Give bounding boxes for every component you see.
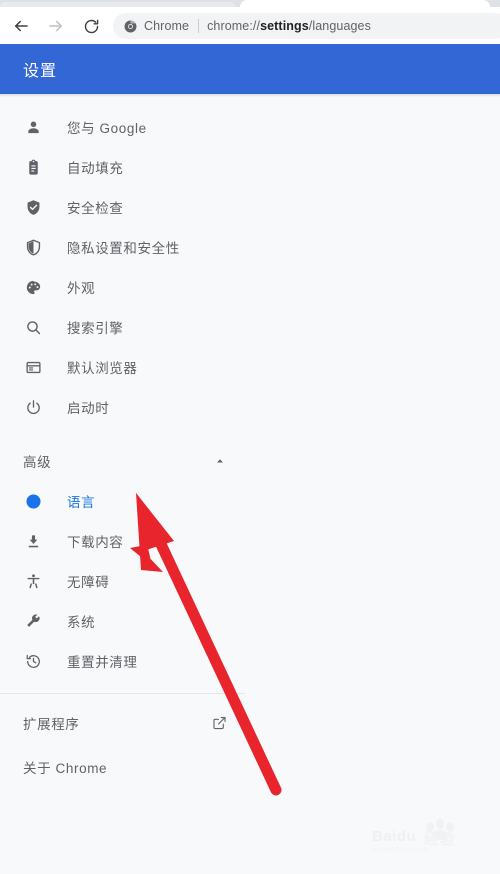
url-bold: settings [260,19,309,33]
sidebar-item-default-browser[interactable]: 默认浏览器 [0,347,500,387]
palette-icon [23,277,43,297]
shield-check-icon [23,197,43,217]
watermark-text: Baidu [372,828,417,845]
sidebar-item-label: 外观 [67,281,96,296]
sidebar-item-on-startup[interactable]: 启动时 [0,387,500,427]
accessibility-icon [23,571,43,591]
sidebar-item-about-chrome[interactable]: 关于 Chrome [0,745,500,789]
watermark: Baidu 经验 jingyan.baidu.com [372,818,492,864]
settings-sidebar: 您与 Google 自动填充 安全检查 隐私设置和安全性 外观 搜索引擎 默认浏… [0,97,500,789]
sidebar-item-safety-check[interactable]: 安全检查 [0,187,500,227]
sidebar-item-label: 自动填充 [67,161,124,176]
sidebar-item-reset-cleanup[interactable]: 重置并清理 [0,641,500,681]
reload-button[interactable] [80,15,102,37]
clipboard-icon [23,157,43,177]
search-icon [23,317,43,337]
watermark-subtext: jingyan.baidu.com [372,846,430,853]
download-icon [23,531,43,551]
wrench-icon [23,611,43,631]
reload-icon [83,18,100,35]
arrow-right-icon [47,17,65,35]
sidebar-item-appearance[interactable]: 外观 [0,267,500,307]
sidebar-item-label: 系统 [67,615,96,630]
shield-half-icon [23,237,43,257]
browser-window-icon [23,357,43,377]
sidebar-item-privacy-security[interactable]: 隐私设置和安全性 [0,227,500,267]
sidebar-item-label: 语言 [67,495,96,510]
globe-icon [23,491,43,511]
settings-header: 设置 [0,44,500,94]
screenshot-root: Chrome chrome://settings/languages 设置 您与… [0,0,500,874]
page-title: 设置 [23,63,58,80]
sidebar-item-label: 重置并清理 [67,655,138,670]
omnibox-separator [198,19,200,33]
chrome-logo-icon [124,20,137,33]
sidebar-item-system[interactable]: 系统 [0,601,500,641]
omnibox-url: chrome://settings/languages [207,19,371,33]
arrow-left-icon [12,17,30,35]
tab-strip [0,0,500,7]
omnibox-chip-label: Chrome [144,19,190,33]
sidebar-item-label: 安全检查 [67,201,124,216]
sidebar-item-label: 隐私设置和安全性 [67,241,180,256]
sidebar-item-you-and-google[interactable]: 您与 Google [0,107,500,147]
sidebar-item-label: 下载内容 [67,535,124,550]
sidebar-item-label: 默认浏览器 [67,361,138,376]
sidebar-item-languages[interactable]: 语言 [0,481,500,521]
tab-active[interactable] [240,0,490,7]
forward-button[interactable] [45,15,67,37]
chevron-up-icon [213,454,227,468]
back-button[interactable] [10,15,32,37]
sidebar-item-label: 启动时 [67,401,110,416]
browser-toolbar: Chrome chrome://settings/languages [0,7,500,44]
restore-icon [23,651,43,671]
sidebar-item-downloads[interactable]: 下载内容 [0,521,500,561]
sidebar-item-label: 扩展程序 [23,717,80,732]
sidebar-item-extensions[interactable]: 扩展程序 [0,701,500,745]
sidebar-item-label: 您与 Google [67,121,147,136]
power-icon [23,397,43,417]
url-prefix: chrome:// [207,19,261,33]
sidebar-item-autofill[interactable]: 自动填充 [0,147,500,187]
address-bar[interactable]: Chrome chrome://settings/languages [113,13,500,39]
person-icon [23,117,43,137]
sidebar-item-accessibility[interactable]: 无障碍 [0,561,500,601]
external-link-icon [212,716,227,731]
url-suffix: /languages [308,19,371,33]
sidebar-item-label: 关于 Chrome [23,761,108,776]
advanced-section-toggle[interactable]: 高级 [0,441,500,481]
advanced-label: 高级 [23,455,52,470]
sidebar-item-label: 无障碍 [67,575,110,590]
sidebar-item-search-engine[interactable]: 搜索引擎 [0,307,500,347]
sidebar-item-label: 搜索引擎 [67,321,124,336]
